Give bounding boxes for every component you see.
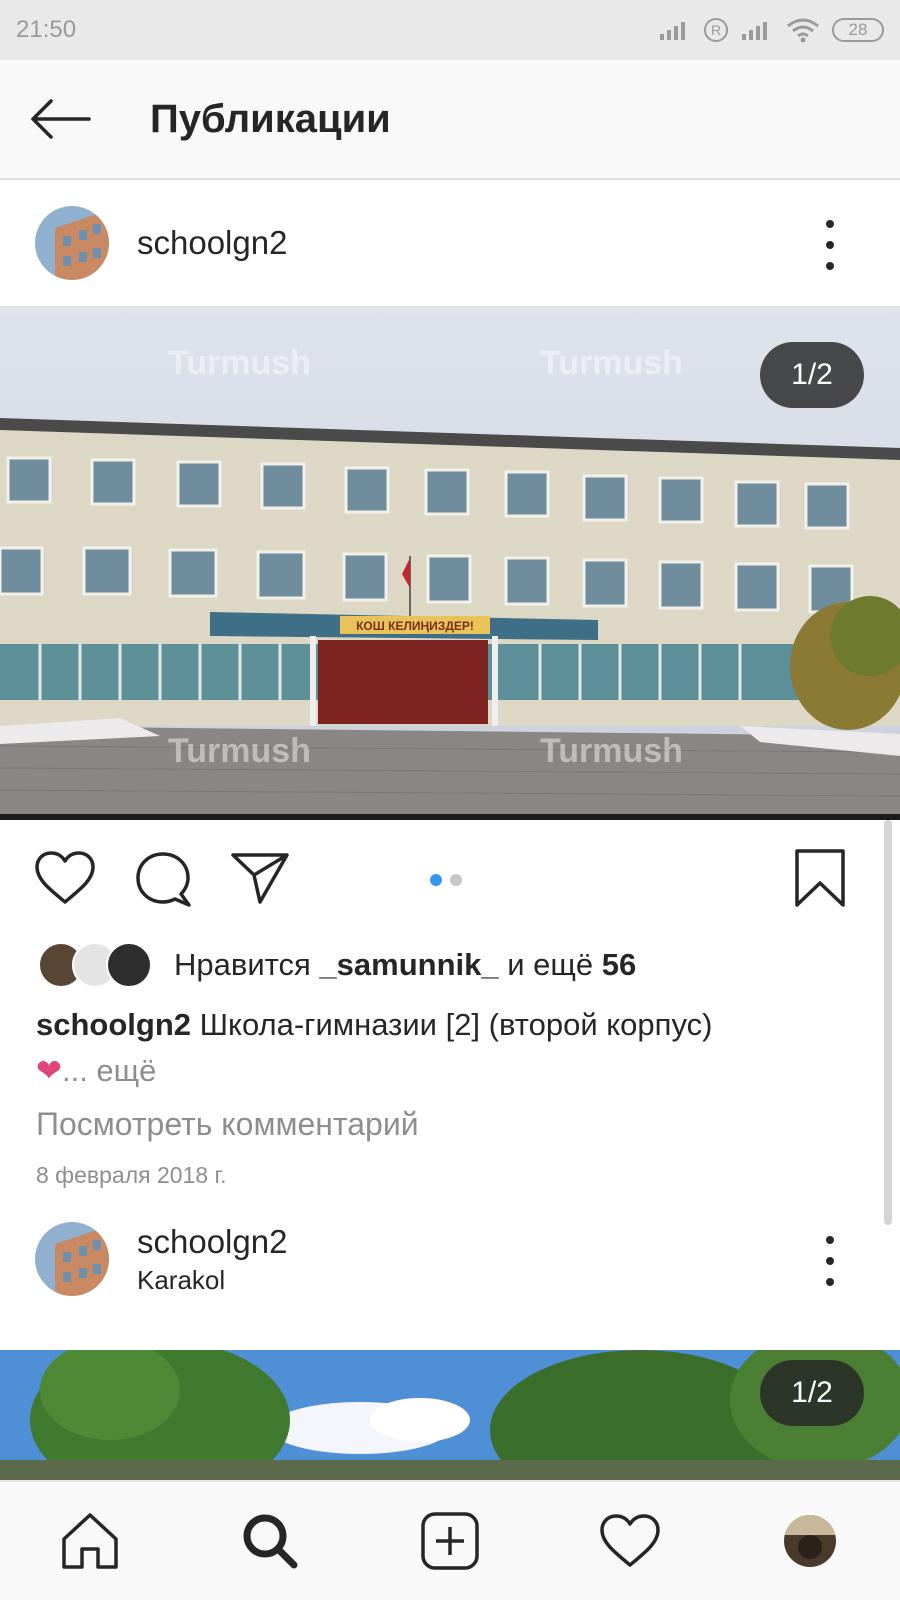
banner-text: КОШ КЕЛИҢИЗДЕР!: [356, 619, 474, 633]
post-username[interactable]: schoolgn2: [137, 1223, 287, 1261]
caption-more-link[interactable]: ... ещё: [62, 1053, 156, 1088]
caption-username[interactable]: schoolgn2: [36, 1007, 191, 1042]
avatar[interactable]: [35, 206, 109, 280]
post-actions: [0, 820, 900, 940]
likes-text: Нравится _samunnik_ и ещё 56: [174, 947, 636, 983]
nav-add-post[interactable]: [405, 1496, 495, 1586]
signal-icon: [660, 22, 685, 40]
bottom-navigation: [0, 1480, 900, 1600]
carousel-dot-active: [430, 874, 442, 886]
avatar: [106, 942, 152, 988]
heart-icon: [35, 851, 95, 904]
avatar[interactable]: [35, 1222, 109, 1296]
likes-summary[interactable]: Нравится _samunnik_ и ещё 56: [36, 940, 636, 990]
bookmark-icon: [795, 849, 845, 907]
wifi-icon: [787, 18, 819, 43]
watermark-text: Turmush: [540, 344, 683, 382]
status-icons: R 28: [658, 17, 884, 43]
post-image[interactable]: КОШ КЕЛИҢИЗДЕР! Turmush Turmush Turmush …: [0, 306, 900, 820]
save-button[interactable]: [794, 848, 846, 913]
scrollbar[interactable]: [884, 820, 892, 1225]
status-time: 21:50: [16, 16, 77, 43]
carousel-page-badge: 1/2: [760, 342, 864, 408]
nav-profile[interactable]: [765, 1496, 855, 1586]
likes-count[interactable]: 56: [602, 947, 636, 982]
carousel-page-badge: 1/2: [760, 1360, 864, 1426]
carousel-dot: [450, 874, 462, 886]
likes-prefix: Нравится: [174, 947, 311, 982]
page-title: Публикации: [150, 96, 391, 141]
more-dot-icon: [826, 1236, 834, 1244]
nav-activity[interactable]: [585, 1496, 675, 1586]
profile-avatar: [784, 1515, 836, 1567]
back-button[interactable]: [0, 59, 120, 179]
more-dot-icon: [826, 220, 834, 228]
battery-indicator: 28: [832, 18, 884, 42]
watermark-text: Turmush: [168, 344, 311, 382]
signal-icon-2: [742, 22, 767, 40]
add-post-icon: [421, 1512, 479, 1570]
liker-username[interactable]: _samunnik_: [319, 947, 498, 982]
send-icon: [231, 853, 289, 904]
liker-avatars: [36, 942, 156, 988]
post-image[interactable]: 1/2: [0, 1350, 900, 1480]
activity-heart-icon: [600, 1514, 660, 1567]
caption-text: Школа-гимназии [2] (второй корпус): [199, 1007, 713, 1042]
heart-emoji: ❤: [36, 1053, 62, 1088]
search-icon: [243, 1514, 298, 1569]
status-bar: 21:50 R 28: [0, 0, 900, 60]
post-header: schoolgn2: [0, 180, 900, 306]
post-caption: schoolgn2 Школа-гимназии [2] (второй кор…: [36, 1002, 866, 1094]
post-header: schoolgn2 Karakol: [0, 1196, 900, 1322]
carousel-dots: [430, 874, 462, 886]
more-dot-icon: [826, 1257, 834, 1265]
post-username[interactable]: schoolgn2: [137, 224, 287, 262]
top-bar: Публикации: [0, 60, 900, 180]
view-comments-link[interactable]: Посмотреть комментарий: [36, 1106, 419, 1143]
home-icon: [62, 1513, 118, 1569]
post-location[interactable]: Karakol: [137, 1265, 287, 1296]
trees-sky-photo: [0, 1350, 900, 1480]
more-dot-icon: [826, 262, 834, 270]
post-date: 8 февраля 2018 г.: [36, 1162, 227, 1188]
more-dot-icon: [826, 1278, 834, 1286]
more-dot-icon: [826, 241, 834, 249]
arrow-left-icon: [31, 99, 91, 139]
watermark-text: Turmush: [168, 732, 311, 770]
nav-home[interactable]: [45, 1496, 135, 1586]
share-button[interactable]: [230, 850, 290, 911]
watermark-text: Turmush: [540, 732, 683, 770]
likes-middle: и ещё: [507, 947, 594, 982]
comment-button[interactable]: [134, 850, 192, 913]
more-options-button[interactable]: [820, 220, 840, 270]
sim-icon: R: [704, 18, 728, 42]
nav-search[interactable]: [225, 1496, 315, 1586]
comment-icon: [136, 852, 191, 907]
more-options-button[interactable]: [820, 1236, 840, 1286]
like-button[interactable]: [34, 850, 96, 911]
